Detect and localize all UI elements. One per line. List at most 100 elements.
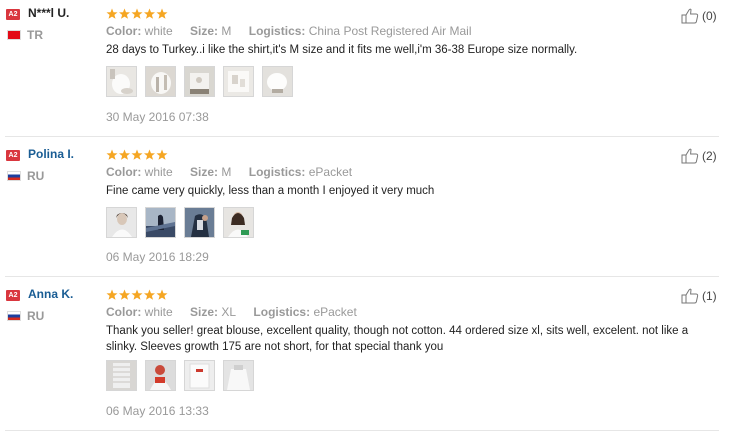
review-photo-thumbnail[interactable] [223,66,254,97]
review-date: 06 May 2016 18:29 [106,250,209,264]
helpful-count: (0) [702,9,717,23]
review-photos [106,360,254,393]
helpful-count: (2) [702,149,717,163]
review-photos [106,66,293,99]
photo-thumbnail-image [146,208,175,237]
star-icon [106,149,118,160]
reviewer-country: TR [27,28,43,42]
size-label: Size: [190,305,219,319]
review-photo-thumbnail[interactable] [262,66,293,97]
star-icon [156,289,168,300]
color-label: Color: [106,305,142,319]
helpful-count: (1) [702,289,717,303]
country-flag-icon [7,171,21,181]
helpful-button[interactable]: (0) [681,8,717,24]
size-label: Size: [190,24,219,38]
review-photo-thumbnail[interactable] [145,207,176,238]
review-text: 28 days to Turkey..i like the shirt,it's… [106,44,578,56]
thumbs-up-icon [681,148,699,164]
review-photo-thumbnail[interactable] [106,66,137,97]
review-photo-thumbnail[interactable] [184,66,215,97]
photo-thumbnail-image [107,361,136,390]
star-icon [144,8,155,19]
reviewer-name[interactable]: N***l U. [28,6,69,20]
logistics-label: Logistics: [253,305,311,319]
photo-thumbnail-image [224,208,253,237]
star-icon [144,149,155,160]
photo-thumbnail-image [263,67,292,96]
rating-stars [106,289,168,300]
review-divider [5,136,719,137]
photo-thumbnail-image [146,361,175,390]
review-photo-thumbnail[interactable] [223,207,254,238]
photo-thumbnail-image [185,361,214,390]
buyer-level-badge: A2 [6,9,20,20]
logistics-label: Logistics: [248,165,306,179]
buyer-level-badge: A2 [6,290,20,301]
star-icon [156,8,168,19]
star-icon [156,149,168,160]
review-item: A2 Polina I. RU Color: white Size: M Log… [0,140,743,276]
photo-thumbnail-image [146,67,175,96]
color-value: white [144,24,173,38]
logistics-value: ePacket [308,165,353,179]
star-icon [131,289,143,300]
star-icon [106,8,118,19]
photo-thumbnail-image [224,67,253,96]
size-value: XL [221,305,237,319]
rating-stars [106,149,168,160]
star-icon [131,8,143,19]
review-item: A2 Anna K. RU Color: white Size: XL Logi… [0,280,743,432]
review-photo-thumbnail[interactable] [145,360,176,391]
color-value: white [144,165,173,179]
order-details: Color: white Size: XL Logistics: ePacket [106,305,357,319]
star-icon [119,149,130,160]
order-details: Color: white Size: M Logistics: China Po… [106,24,472,38]
star-icon [106,289,118,300]
logistics-value: China Post Registered Air Mail [308,24,472,38]
color-value: white [144,305,173,319]
country-flag-icon [7,311,21,321]
review-photo-thumbnail[interactable] [106,207,137,238]
photo-thumbnail-image [107,67,136,96]
reviewer-name[interactable]: Anna K. [28,287,73,301]
review-item: A2 N***l U. TR Color: white Size: M Logi… [0,0,743,136]
review-photo-thumbnail[interactable] [223,360,254,391]
reviewer-name[interactable]: Polina I. [28,147,74,161]
review-photo-thumbnail[interactable] [106,360,137,391]
color-label: Color: [106,165,142,179]
review-photos [106,207,254,240]
review-divider [5,430,719,431]
star-icon [119,289,130,300]
review-date: 30 May 2016 07:38 [106,110,209,124]
size-label: Size: [190,165,219,179]
order-details: Color: white Size: M Logistics: ePacket [106,165,352,179]
review-text: Fine came very quickly, less than a mont… [106,185,435,197]
review-photo-thumbnail[interactable] [184,207,215,238]
rating-stars [106,8,168,19]
country-flag-icon [7,30,21,40]
size-value: M [221,24,232,38]
reviewer-country: RU [27,169,45,183]
photo-thumbnail-image [224,361,253,390]
photo-thumbnail-image [185,67,214,96]
logistics-label: Logistics: [248,24,306,38]
thumbs-up-icon [681,8,699,24]
buyer-level-badge: A2 [6,150,20,161]
size-value: M [221,165,232,179]
star-icon [131,149,143,160]
review-date: 06 May 2016 13:33 [106,404,209,418]
review-photo-thumbnail[interactable] [184,360,215,391]
logistics-value: ePacket [313,305,357,319]
photo-thumbnail-image [185,208,214,237]
thumbs-up-icon [681,288,699,304]
helpful-button[interactable]: (2) [681,148,717,164]
photo-thumbnail-image [107,208,136,237]
review-photo-thumbnail[interactable] [145,66,176,97]
review-text: Thank you seller! great blouse, excellen… [106,325,689,353]
helpful-button[interactable]: (1) [681,288,717,304]
color-label: Color: [106,24,142,38]
star-icon [144,289,155,300]
reviewer-country: RU [27,309,45,323]
star-icon [119,8,130,19]
